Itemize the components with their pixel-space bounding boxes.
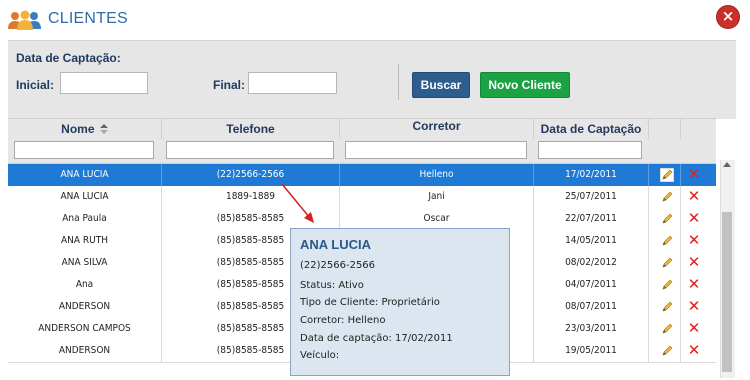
tooltip-client-type: Tipo de Cliente: Proprietário: [300, 297, 440, 308]
tooltip-broker: Corretor: Helleno: [300, 315, 386, 326]
tooltip-capture-date: Data de captação: 17/02/2011: [300, 333, 453, 344]
tooltip-status: Status: Ativo: [300, 280, 364, 291]
tooltip-vehicle: Veículo:: [300, 350, 340, 361]
client-tooltip: ANA LUCIA (22)2566-2566 Status: Ativo Ti…: [290, 228, 510, 376]
tooltip-client-name: ANA LUCIA: [300, 237, 372, 252]
tooltip-phone: (22)2566-2566: [300, 260, 376, 271]
